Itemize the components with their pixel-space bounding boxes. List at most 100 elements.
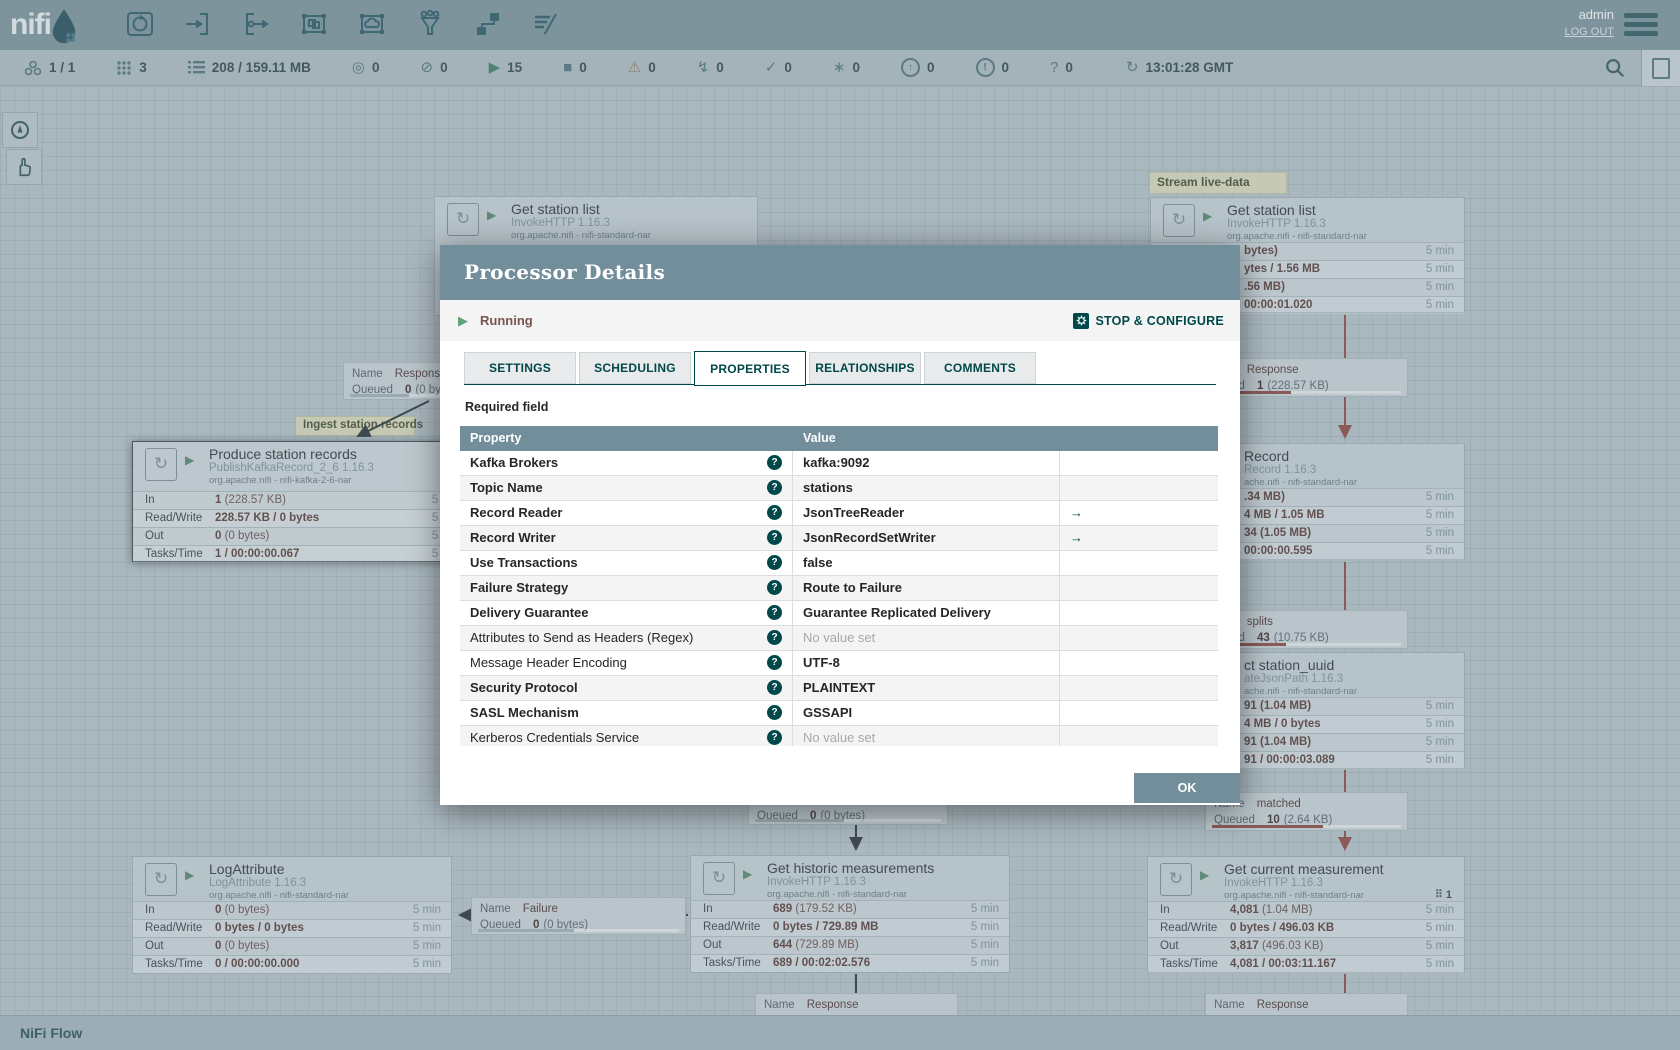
property-value: Guarantee Replicated Delivery — [793, 601, 1060, 625]
tab-comments[interactable]: COMMENTS — [924, 352, 1036, 384]
template-icon[interactable] — [470, 6, 506, 42]
property-value: UTF-8 — [793, 651, 1060, 675]
breadcrumb[interactable]: NiFi Flow — [20, 1025, 82, 1041]
property-value: kafka:9092 — [793, 451, 1060, 475]
processor-bundle: org.apache.nifi - nifi-standard-nar — [767, 889, 907, 900]
status-refresh[interactable]: ↻ 13:01:28 GMT — [1126, 60, 1233, 75]
funnel-icon[interactable] — [412, 6, 448, 42]
processor-produce-station-records[interactable]: ↻ ▶ Produce station records PublishKafka… — [132, 441, 471, 563]
operate-palette-button[interactable] — [6, 149, 42, 185]
help-icon[interactable]: ? — [767, 580, 782, 595]
property-label: SASL Mechanism — [470, 705, 579, 720]
processor-name: LogAttribute — [209, 861, 285, 877]
status-stale: ↑ 0 — [900, 58, 935, 77]
menu-icon[interactable] — [1624, 13, 1658, 40]
stopped-icon: ■ — [563, 59, 573, 76]
processor-get-historic-measurements[interactable]: ↻ ▶ Get historic measurements InvokeHTTP… — [690, 855, 1010, 973]
property-row: SASL Mechanism? GSSAPI — [460, 701, 1218, 726]
property-label: Security Protocol — [470, 680, 578, 695]
queue-icon — [187, 60, 205, 75]
processor-icon[interactable] — [122, 6, 158, 42]
property-value: stations — [793, 476, 1060, 500]
processor-type: PublishKafkaRecord_2_6 1.16.3 — [209, 462, 374, 474]
canvas-label-stream-live-data[interactable]: Stream live-data — [1149, 172, 1287, 194]
remote-process-group-icon[interactable] — [354, 6, 390, 42]
property-value: GSSAPI — [793, 701, 1060, 725]
help-icon[interactable]: ? — [767, 655, 782, 670]
status-locally-modified: ∗ 0 — [832, 59, 860, 76]
running-indicator-icon: ▶ — [1200, 868, 1210, 882]
running-icon: ▶ — [488, 59, 501, 76]
goto-service-icon[interactable]: → — [1070, 530, 1083, 545]
ok-button[interactable]: OK — [1134, 773, 1240, 803]
connection-label-failure[interactable]: Name Failure Queued 0 (0 bytes) — [471, 897, 686, 935]
label-icon[interactable] — [528, 6, 564, 42]
search-button[interactable] — [1594, 50, 1636, 86]
processor-type: LogAttribute 1.16.3 — [209, 877, 307, 889]
processor-name: ct station_uuid — [1244, 657, 1335, 673]
property-label: Kafka Brokers — [470, 455, 559, 470]
bottom-bar: NiFi Flow — [0, 1015, 1680, 1050]
tab-scheduling[interactable]: SCHEDULING — [579, 352, 691, 384]
processor-stats: In1 (228.57 KB)5 minRead/Write228.57 KB … — [133, 491, 470, 563]
navigate-palette-button[interactable] — [2, 112, 38, 148]
processor-stamp-icon: ↻ — [145, 448, 177, 481]
tab-relationships[interactable]: RELATIONSHIPS — [809, 352, 921, 384]
tab-properties[interactable]: PROPERTIES — [694, 351, 806, 386]
status-queue: 208 / 159.11 MB — [187, 60, 311, 75]
process-group-icon[interactable] — [296, 6, 332, 42]
search-icon — [1606, 59, 1625, 78]
status-transmitting: ◎ 0 — [351, 59, 380, 76]
help-icon[interactable]: ? — [767, 680, 782, 695]
help-icon[interactable]: ? — [767, 730, 782, 745]
threads-icon — [116, 60, 132, 76]
outline-panel-toggle[interactable] — [1641, 50, 1680, 86]
processor-get-current-measurement[interactable]: ↻ ▶ Get current measurement InvokeHTTP 1… — [1147, 856, 1465, 973]
goto-service-icon[interactable]: → — [1070, 505, 1083, 520]
tab-settings[interactable]: SETTINGS — [464, 352, 576, 384]
running-state-icon: ▶ — [458, 313, 468, 328]
processor-stamp-icon: ↻ — [1163, 204, 1195, 237]
logout-link[interactable]: LOG OUT — [1564, 26, 1614, 38]
current-user: admin — [1578, 7, 1614, 22]
transmitting-icon: ◎ — [351, 59, 365, 76]
processor-logattribute[interactable]: ↻ ▶ LogAttribute LogAttribute 1.16.3 org… — [132, 856, 452, 974]
help-icon[interactable]: ? — [767, 455, 782, 470]
input-port-icon[interactable] — [180, 6, 216, 42]
refresh-icon: ↻ — [1125, 59, 1139, 76]
property-row: Use Transactions? false — [460, 551, 1218, 576]
status-threads: 3 — [116, 60, 147, 76]
help-icon[interactable]: ? — [767, 530, 782, 545]
help-icon[interactable]: ? — [767, 705, 782, 720]
stop-configure-icon — [1073, 312, 1090, 329]
stop-and-configure-button[interactable]: STOP & CONFIGURE — [1073, 300, 1224, 341]
help-icon[interactable]: ? — [767, 480, 782, 495]
status-running: ▶ 15 — [488, 59, 523, 76]
property-row: Delivery Guarantee? Guarantee Replicated … — [460, 601, 1218, 626]
help-icon[interactable]: ? — [767, 630, 782, 645]
help-icon[interactable]: ? — [767, 555, 782, 570]
nifi-logo-text: nifi — [10, 8, 52, 41]
property-row: Failure Strategy? Route to Failure — [460, 576, 1218, 601]
property-value: No value set — [793, 726, 1060, 746]
dialog-status-row: ▶ Running STOP & CONFIGURE — [440, 300, 1240, 341]
canvas-label-ingest-station-records[interactable]: Ingest station records — [295, 416, 423, 436]
processor-stats: In 689 (179.52 KB) 5 min Read/Write 0 bytes … — [691, 900, 1009, 972]
processor-bundle: org.apache.nifi - nifi-standard-nar — [1224, 890, 1364, 901]
processor-type: InvokeHTTP 1.16.3 — [511, 217, 610, 229]
processor-bundle: org.apache.nifi - nifi-kafka-2-6-nar — [209, 475, 352, 486]
nifi-app: Stream live-data Ingest station records … — [0, 0, 1680, 1050]
property-column-header: Property — [470, 431, 522, 445]
component-toolbar — [122, 6, 564, 42]
property-label: Delivery Guarantee — [470, 605, 589, 620]
running-indicator-icon: ▶ — [1203, 209, 1213, 223]
processor-stats: In 0 (0 bytes) 5 min Read/Write 0 bytes / 0 … — [133, 901, 451, 973]
up-to-date-icon: ✓ — [764, 59, 778, 76]
help-icon[interactable]: ? — [767, 605, 782, 620]
processor-name: Record — [1244, 448, 1290, 464]
status-bar-items: 1 / 1 3 208 / 159.11 MB ◎ 0 ⊘ 0 ▶ 15 ■ 0 ⚠ 0 ↯ 0 ✓ 0 ∗ 0 ↑ 0… — [24, 58, 1274, 77]
tab-rule — [464, 384, 1216, 385]
output-port-icon[interactable] — [238, 6, 274, 42]
property-row: Attributes to Send as Headers (Regex)? No… — [460, 626, 1218, 651]
help-icon[interactable]: ? — [767, 505, 782, 520]
